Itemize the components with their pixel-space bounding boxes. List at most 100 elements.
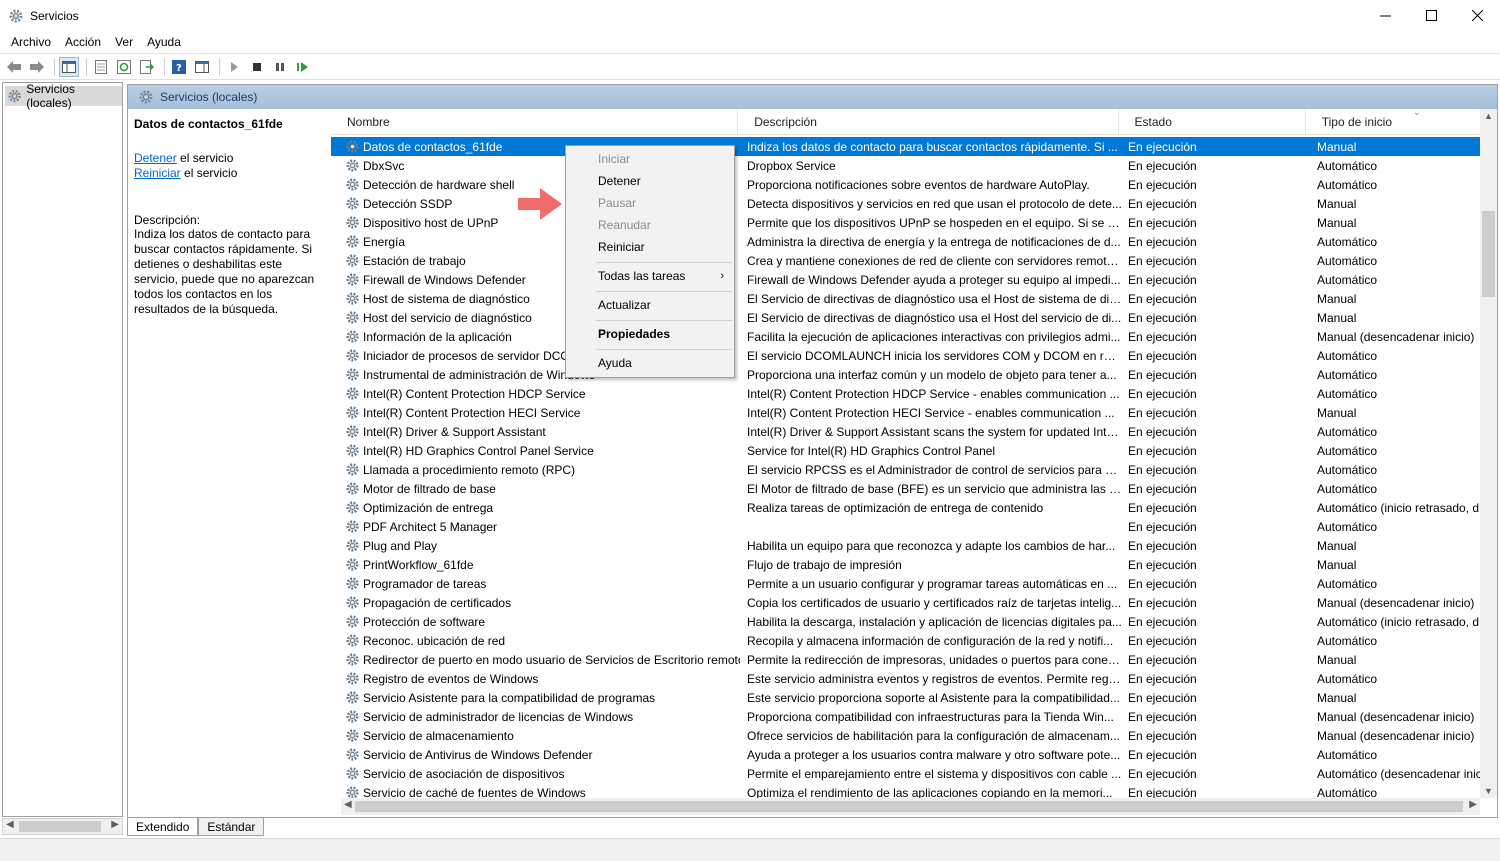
help-button[interactable]: ? [169,57,189,77]
cell-state: En ejecución [1128,614,1197,629]
stop-icon [253,62,261,71]
start-service-button[interactable] [224,57,244,77]
table-row[interactable]: Intel(R) HD Graphics Control Panel Servi… [331,441,1481,460]
menu-archivo[interactable]: Archivo [4,35,58,49]
scroll-left-icon[interactable]: ◀ [344,799,352,810]
table-row[interactable]: Instrumental de administración de Window… [331,365,1481,384]
menu-item-properties[interactable]: Propiedades [566,324,734,344]
scroll-thumb[interactable] [19,821,101,832]
tree-horizontal-scrollbar[interactable]: ◀ ▶ [2,818,123,835]
table-row[interactable]: Redirector de puerto en modo usuario de … [331,650,1481,669]
table-row[interactable]: Reconoc. ubicación de red Recopila y alma… [331,631,1481,650]
table-row[interactable]: Llamada a procedimiento remoto (RPC) El s… [331,460,1481,479]
service-name: Dispositivo host de UPnP [363,215,499,230]
menu-item-restart[interactable]: Reiniciar [566,237,734,257]
table-row[interactable]: Servicio de Antivirus de Windows Defende… [331,745,1481,764]
cell-description: Proporciona una interfaz común y un mode… [747,367,1117,382]
stop-service-button[interactable] [247,57,267,77]
scroll-thumb[interactable] [1482,211,1495,297]
table-row[interactable]: Host de sistema de diagnóstico El Servici… [331,289,1481,308]
scroll-down-icon[interactable]: ▼ [1484,786,1493,796]
table-row[interactable]: Propagación de certificados Copia los cer… [331,593,1481,612]
tab-standard[interactable]: Estándar [198,818,265,836]
menu-item-pause[interactable]: Pausar [566,193,734,213]
refresh-button[interactable] [114,57,134,77]
vertical-scrollbar[interactable]: ▲ ▼ [1480,109,1497,798]
menu-item-all-tasks[interactable]: Todas las tareas › [566,266,734,286]
show-action-pane-button[interactable] [192,57,212,77]
table-row[interactable]: PrintWorkflow_61fde Flujo de trabajo de i… [331,555,1481,574]
menu-ver[interactable]: Ver [108,35,140,49]
properties-sheet-button[interactable] [91,57,111,77]
table-row[interactable]: Datos de contactos_61fde Indiza los datos… [331,137,1481,156]
horizontal-scrollbar[interactable]: ◀ ▶ [341,798,1480,815]
column-header-name[interactable]: Nombre [331,109,739,135]
cell-startup-type: Automático [1317,747,1378,762]
table-row[interactable]: Plug and Play Habilita un equipo para que… [331,536,1481,555]
table-row[interactable]: Detección SSDP Detecta dispositivos y ser… [331,194,1481,213]
back-button[interactable] [4,57,24,77]
show-console-tree-button[interactable] [59,56,79,77]
table-row[interactable]: Programador de tareas Permite a un usuari… [331,574,1481,593]
table-row[interactable]: Iniciador de procesos de servidor DCOM El… [331,346,1481,365]
tree-item-services-local[interactable]: Servicios (locales) [5,82,122,110]
scroll-up-icon[interactable]: ▲ [1484,111,1493,121]
restart-service-link[interactable]: Reiniciar [134,166,181,180]
table-row[interactable]: PDF Architect 5 Manager En ejecución Autom… [331,517,1481,536]
scroll-right-icon[interactable]: ▶ [111,819,119,830]
menu-item-help[interactable]: Ayuda [566,353,734,373]
maximize-button[interactable] [1408,0,1454,30]
forward-button[interactable] [27,57,47,77]
table-row[interactable]: Servicio de almacenamiento Ofrece servici… [331,726,1481,745]
table-row[interactable]: Información de la aplicación Facilita la … [331,327,1481,346]
scroll-thumb[interactable] [355,801,1463,812]
table-row[interactable]: Energía Administra la directiva de energí… [331,232,1481,251]
export-list-button[interactable] [137,57,157,77]
services-list: Nombre Descripción Estado Tipo de inicio… [331,109,1496,799]
service-name: Detección de hardware shell [363,177,515,192]
restart-service-button[interactable] [293,57,313,77]
table-row[interactable]: Intel(R) Content Protection HDCP Service… [331,384,1481,403]
column-header-startup-type[interactable]: Tipo de inicio [1306,109,1481,135]
column-header-state[interactable]: Estado [1119,109,1306,135]
menu-item-start[interactable]: Iniciar [566,149,734,169]
pause-service-button[interactable] [270,57,290,77]
table-row[interactable]: Registro de eventos de Windows Este servi… [331,669,1481,688]
table-row[interactable]: Detección de hardware shell Proporciona n… [331,175,1481,194]
table-row[interactable]: DbxSvc Dropbox Service En ejecución Automát… [331,156,1481,175]
cell-state: En ejecución [1128,215,1197,230]
service-name: Servicio de caché de fuentes de Windows [363,785,586,800]
menu-accion[interactable]: Acción [58,35,108,49]
table-row[interactable]: Servicio Asistente para la compatibilida… [331,688,1481,707]
menu-item-resume[interactable]: Reanudar [566,215,734,235]
table-row[interactable]: Servicio de administrador de licencias d… [331,707,1481,726]
table-row[interactable]: Protección de software Habilita la descar… [331,612,1481,631]
scroll-left-icon[interactable]: ◀ [6,819,14,830]
table-row[interactable]: Intel(R) Content Protection HECI Service… [331,403,1481,422]
minimize-button[interactable] [1362,0,1408,30]
stop-service-link[interactable]: Detener [134,151,177,165]
menu-item-refresh[interactable]: Actualizar [566,295,734,315]
table-row[interactable]: Servicio de caché de fuentes de Windows O… [331,783,1481,799]
scroll-right-icon[interactable]: ▶ [1469,799,1477,810]
service-gear-icon [346,786,359,799]
table-row[interactable]: Optimización de entrega Realiza tareas de… [331,498,1481,517]
cell-state: En ejecución [1128,500,1197,515]
table-row[interactable]: Host del servicio de diagnóstico El Servi… [331,308,1481,327]
menu-ayuda[interactable]: Ayuda [140,35,188,49]
table-row[interactable]: Motor de filtrado de base El Motor de fil… [331,479,1481,498]
table-row[interactable]: Servicio de asociación de dispositivos Pe… [331,764,1481,783]
column-header-description[interactable]: Descripción [738,109,1119,135]
results-pane: Servicios (locales) Datos de contactos_6… [127,84,1498,818]
table-row[interactable]: Firewall de Windows Defender Firewall de … [331,270,1481,289]
cell-startup-type: Automático [1317,443,1378,458]
tab-extended[interactable]: Extendido [127,818,199,836]
close-button[interactable] [1454,0,1500,30]
menu-item-stop[interactable]: Detener [566,171,734,191]
cell-startup-type: Automático [1317,253,1378,268]
cell-startup-type: Manual [1317,405,1357,420]
table-row[interactable]: Estación de trabajo Crea y mantiene conex… [331,251,1481,270]
cell-startup-type: Automático [1317,424,1378,439]
table-row[interactable]: Intel(R) Driver & Support Assistant Intel… [331,422,1481,441]
table-row[interactable]: Dispositivo host de UPnP Permite que los … [331,213,1481,232]
